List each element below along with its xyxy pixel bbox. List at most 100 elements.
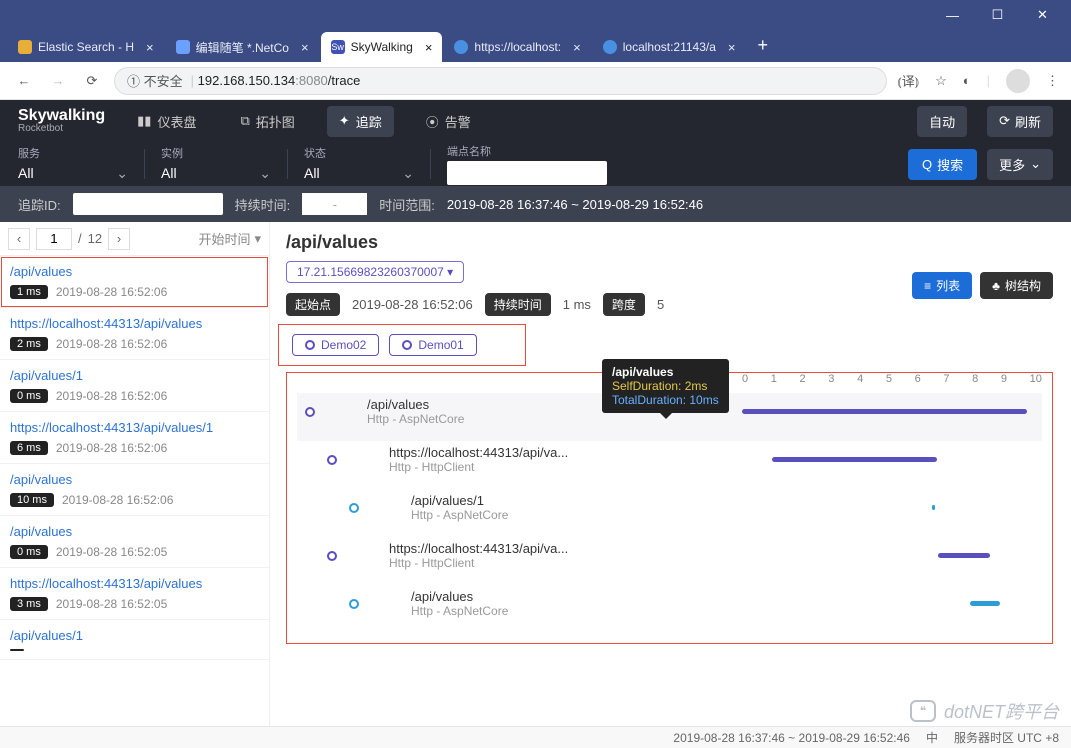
trace-list[interactable]: /api/values 1 ms2019-08-28 16:52:06https… xyxy=(0,256,269,726)
service-chip[interactable]: Demo02 xyxy=(292,334,379,356)
divider xyxy=(287,149,288,179)
trace-list-item[interactable]: /api/values 1 ms2019-08-28 16:52:06 xyxy=(0,256,269,308)
btn-label: 更多 xyxy=(999,155,1025,174)
secondary-filter-bar: 追踪ID: 持续时间: - 时间范围: 2019-08-28 16:37:46 … xyxy=(0,186,1071,222)
refresh-button[interactable]: ⟳刷新 xyxy=(987,106,1053,137)
url-input[interactable]: ① 不安全 | 192.168.150.134:8080/trace xyxy=(114,67,887,95)
page-input[interactable] xyxy=(36,228,72,250)
status-bar: 2019-08-28 16:37:46 ~ 2019-08-29 16:52:4… xyxy=(0,726,1071,748)
search-button[interactable]: Q搜索 xyxy=(908,149,977,180)
nav-label: 仪表盘 xyxy=(157,112,196,131)
tab-label: localhost:21143/a xyxy=(623,40,716,54)
bookmark-icon[interactable]: ☆ xyxy=(935,73,947,89)
trace-list-panel: ‹ / 12 › 开始时间▾ /api/values 1 ms2019-08-2… xyxy=(0,222,270,726)
browser-tab-active[interactable]: SwSkyWalking× xyxy=(321,32,443,62)
extension-icon[interactable]: ◐ xyxy=(963,73,971,88)
nav-trace[interactable]: ✦追踪 xyxy=(327,106,394,137)
trace-name: /api/values/1 xyxy=(10,368,259,383)
filter-label: 实例 xyxy=(161,145,271,161)
instance-filter[interactable]: 实例 All⌄ xyxy=(161,145,271,184)
service-filter[interactable]: 服务 All⌄ xyxy=(18,145,128,184)
sort-dropdown[interactable]: 开始时间▾ xyxy=(198,229,261,248)
trace-time: 2019-08-28 16:52:06 xyxy=(56,337,167,351)
close-icon[interactable]: × xyxy=(425,40,433,55)
tree-view-button[interactable]: ♣ 树结构 xyxy=(980,272,1053,299)
span-node-icon xyxy=(327,551,337,561)
browser-tab[interactable]: 编辑随笔 *.NetCo× xyxy=(166,32,319,62)
close-icon[interactable]: × xyxy=(301,40,309,55)
new-tab-button[interactable]: + xyxy=(748,29,779,62)
trace-time: 2019-08-28 16:52:05 xyxy=(56,597,167,611)
browser-tab[interactable]: Elastic Search - H× xyxy=(8,32,164,62)
refresh-icon: ⟳ xyxy=(999,113,1010,129)
nav-topology[interactable]: ⧉拓扑图 xyxy=(228,106,306,137)
btn-label: 搜索 xyxy=(937,155,963,174)
menu-icon[interactable]: ⋮ xyxy=(1046,73,1059,89)
span-node-icon xyxy=(327,455,337,465)
dot-icon xyxy=(305,340,315,350)
window-minimize-icon[interactable]: — xyxy=(930,1,975,29)
trace-list-item[interactable]: https://localhost:44313/api/values/1 6 m… xyxy=(0,412,269,464)
chevron-down-icon: ⌄ xyxy=(1030,156,1041,172)
trace-detail-panel: /api/values 17.21.15669823260370007 ▾ 起始… xyxy=(270,222,1071,726)
trace-list-item[interactable]: /api/values/1 xyxy=(0,620,269,660)
close-icon[interactable]: × xyxy=(728,40,736,55)
trace-list-item[interactable]: /api/values 0 ms2019-08-28 16:52:05 xyxy=(0,516,269,568)
dashboard-icon: ▮▮ xyxy=(137,113,151,129)
dot-icon xyxy=(402,340,412,350)
trace-list-item[interactable]: https://localhost:44313/api/values 2 ms2… xyxy=(0,308,269,360)
traceid-input[interactable] xyxy=(73,193,223,215)
start-value: 2019-08-28 16:52:06 xyxy=(352,297,473,312)
time-ruler: 012345678910 xyxy=(742,373,1042,385)
next-page-button[interactable]: › xyxy=(108,228,130,250)
main-content: ‹ / 12 › 开始时间▾ /api/values 1 ms2019-08-2… xyxy=(0,222,1071,726)
reload-button[interactable]: ⟳ xyxy=(80,69,104,93)
span-row[interactable]: /api/values Http - AspNetCore xyxy=(297,585,1042,633)
browser-tab[interactable]: localhost:21143/a × xyxy=(593,32,746,62)
nav-dashboard[interactable]: ▮▮ 仪表盘 xyxy=(125,106,208,137)
divider xyxy=(430,149,431,179)
topology-icon: ⧉ xyxy=(240,113,249,129)
nav-alarm[interactable]: ⦿告警 xyxy=(414,106,483,137)
filter-value: All xyxy=(18,165,34,181)
list-view-button[interactable]: ≡列表 xyxy=(912,272,972,299)
auto-button[interactable]: 自动 xyxy=(917,106,967,137)
trace-name: https://localhost:44313/api/values xyxy=(10,576,259,591)
close-icon[interactable]: × xyxy=(146,40,154,55)
back-button[interactable]: ← xyxy=(12,69,36,93)
span-node-icon xyxy=(349,503,359,513)
favicon-icon xyxy=(603,40,617,54)
trace-name: /api/values xyxy=(10,472,259,487)
btn-label: 列表 xyxy=(936,277,960,294)
browser-tab[interactable]: https://localhost:× xyxy=(444,32,590,62)
span-bar xyxy=(938,553,990,558)
forward-button[interactable]: → xyxy=(46,69,70,93)
span-row[interactable]: https://localhost:44313/api/va... Http -… xyxy=(297,537,1042,585)
tree-icon: ♣ xyxy=(992,279,1000,293)
endpoint-input[interactable] xyxy=(447,161,607,185)
trace-list-item[interactable]: /api/values/1 0 ms2019-08-28 16:52:06 xyxy=(0,360,269,412)
window-maximize-icon[interactable]: ☐ xyxy=(975,1,1020,29)
btn-label: 树结构 xyxy=(1005,277,1041,294)
service-filter-row: Demo02 Demo01 xyxy=(282,328,522,362)
profile-avatar-icon[interactable] xyxy=(1006,69,1030,93)
state-filter[interactable]: 状态 All⌄ xyxy=(304,145,414,184)
span-row[interactable]: https://localhost:44313/api/va... Http -… xyxy=(297,441,1042,489)
close-icon[interactable]: × xyxy=(573,40,581,55)
span-row[interactable]: /api/values/1 Http - AspNetCore xyxy=(297,489,1042,537)
chip-label: Demo01 xyxy=(418,338,463,352)
filter-value: All xyxy=(161,165,177,181)
prev-page-button[interactable]: ‹ xyxy=(8,228,30,250)
duration-input[interactable]: - xyxy=(302,193,367,215)
trace-list-item[interactable]: /api/values 10 ms2019-08-28 16:52:06 xyxy=(0,464,269,516)
window-close-icon[interactable]: ✕ xyxy=(1020,1,1065,29)
service-chip[interactable]: Demo01 xyxy=(389,334,476,356)
traceid-dropdown[interactable]: 17.21.15669823260370007 ▾ xyxy=(286,261,464,283)
footer-lang[interactable]: 中 xyxy=(926,729,938,746)
span-title: /api/values xyxy=(411,589,651,604)
duration-badge xyxy=(10,649,24,651)
more-button[interactable]: 更多 ⌄ xyxy=(987,149,1053,180)
translate-icon[interactable]: ⦅译⦆ xyxy=(897,71,919,90)
favicon-icon: Sw xyxy=(331,40,345,54)
trace-list-item[interactable]: https://localhost:44313/api/values 3 ms2… xyxy=(0,568,269,620)
